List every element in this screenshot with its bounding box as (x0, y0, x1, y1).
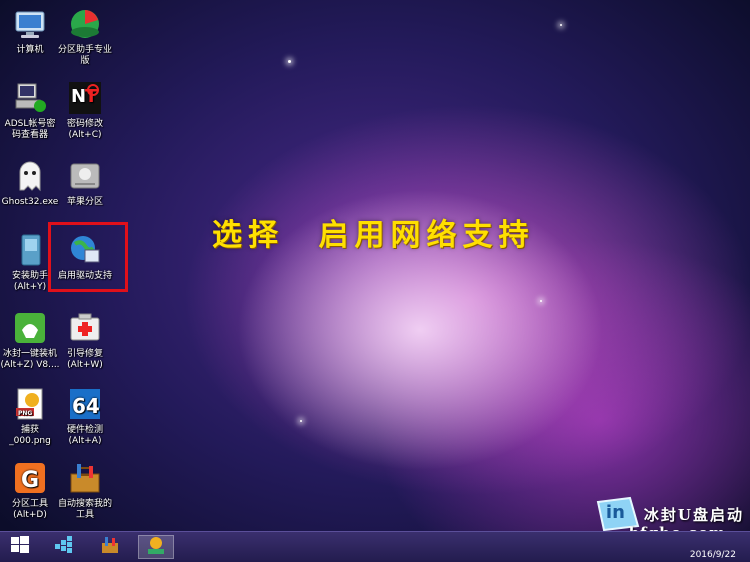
desktop-icon-toolbox-search[interactable]: 自动搜索我的 工具 (55, 460, 115, 521)
computer-icon (12, 6, 48, 42)
desktop-icon-computer[interactable]: 计算机 (0, 6, 60, 56)
taskbar-clock-date[interactable]: 2016/9/22 (690, 550, 736, 560)
svg-text:G: G (21, 468, 39, 493)
desktop-icon-adsl-viewer[interactable]: ADSL帐号密 码查看器 (0, 80, 60, 141)
brand-watermark: in 冰封U盘启动 bfgho.com (596, 496, 744, 542)
desktop-icon-partition-assistant[interactable]: 分区助手专业 版 (55, 6, 115, 67)
png-viewer-icon (145, 534, 167, 560)
highlight-box (48, 222, 128, 292)
svg-text:64: 64 (72, 394, 100, 418)
taskbar-app-grid[interactable] (46, 535, 82, 559)
icon-label: 捕获 _000.png (9, 425, 51, 446)
brand-title: 冰封U盘启动 (643, 505, 744, 524)
star (540, 300, 542, 302)
icon-label: 硬件检测 (Alt+A) (66, 425, 103, 446)
icon-label: 冰封一键装机 (Alt+Z) V8.... (0, 349, 60, 370)
boot-repair-icon (67, 310, 103, 346)
desktop-icon-apple-partition[interactable]: 苹果分区 (55, 158, 115, 208)
icon-label: Ghost32.exe (1, 197, 59, 207)
star (560, 24, 562, 26)
desktop-icon-diskgenius[interactable]: G 分区工具 (Alt+D) (0, 460, 60, 521)
desktop-icon-boot-repair[interactable]: 引导修复 (Alt+W) (55, 310, 115, 371)
partition-assistant-icon (67, 6, 103, 42)
desktop-icon-hardware-detect[interactable]: 64 硬件检测 (Alt+A) (55, 386, 115, 447)
svg-text:PNG: PNG (18, 410, 32, 417)
desktop-icon-png-file[interactable]: PNG 捕获 _000.png (0, 386, 60, 447)
apple-partition-icon (67, 158, 103, 194)
ghost-icon (12, 158, 48, 194)
icon-label: 引导修复 (Alt+W) (66, 349, 103, 370)
start-icon (10, 535, 30, 559)
desktop-icon-bingfeng-installer[interactable]: 冰封一键装机 (Alt+Z) V8.... (0, 310, 60, 371)
nt-password-icon: NT (67, 80, 103, 116)
svg-text:N: N (71, 86, 86, 107)
taskbar: 2016/9/22 (0, 531, 750, 562)
icon-label: 苹果分区 (66, 197, 103, 207)
diskgenius-icon: G (12, 460, 48, 496)
png-file-icon: PNG (12, 386, 48, 422)
bingfeng-installer-icon (12, 310, 48, 346)
icon-label: 分区工具 (Alt+D) (11, 499, 48, 520)
hardware-detect-icon: 64 (67, 386, 103, 422)
brand-logo-text: in (605, 502, 625, 523)
instruction-headline: 选择 启用网络支持 (212, 218, 535, 253)
icon-label: ADSL帐号密 码查看器 (4, 119, 56, 140)
taskbar-app-tools[interactable] (92, 535, 128, 559)
svg-text:T: T (85, 86, 98, 107)
star (288, 60, 291, 63)
install-helper-icon (12, 232, 48, 268)
adsl-viewer-icon (12, 80, 48, 116)
desktop-icon-ghost[interactable]: Ghost32.exe (0, 158, 60, 208)
taskbar-app-png-viewer[interactable] (138, 535, 174, 559)
start-button[interactable] (2, 535, 38, 559)
icon-label: 计算机 (16, 45, 44, 55)
desktop-icon-password-change[interactable]: NT 密码修改 (Alt+C) (55, 80, 115, 141)
toolbox-search-icon (67, 460, 103, 496)
icon-label: 分区助手专业 版 (57, 45, 112, 66)
icon-label: 自动搜索我的 工具 (57, 499, 112, 520)
grid-app-icon (53, 534, 75, 560)
icon-label: 密码修改 (Alt+C) (66, 119, 103, 140)
star (300, 420, 302, 422)
tools-app-icon (99, 534, 121, 560)
